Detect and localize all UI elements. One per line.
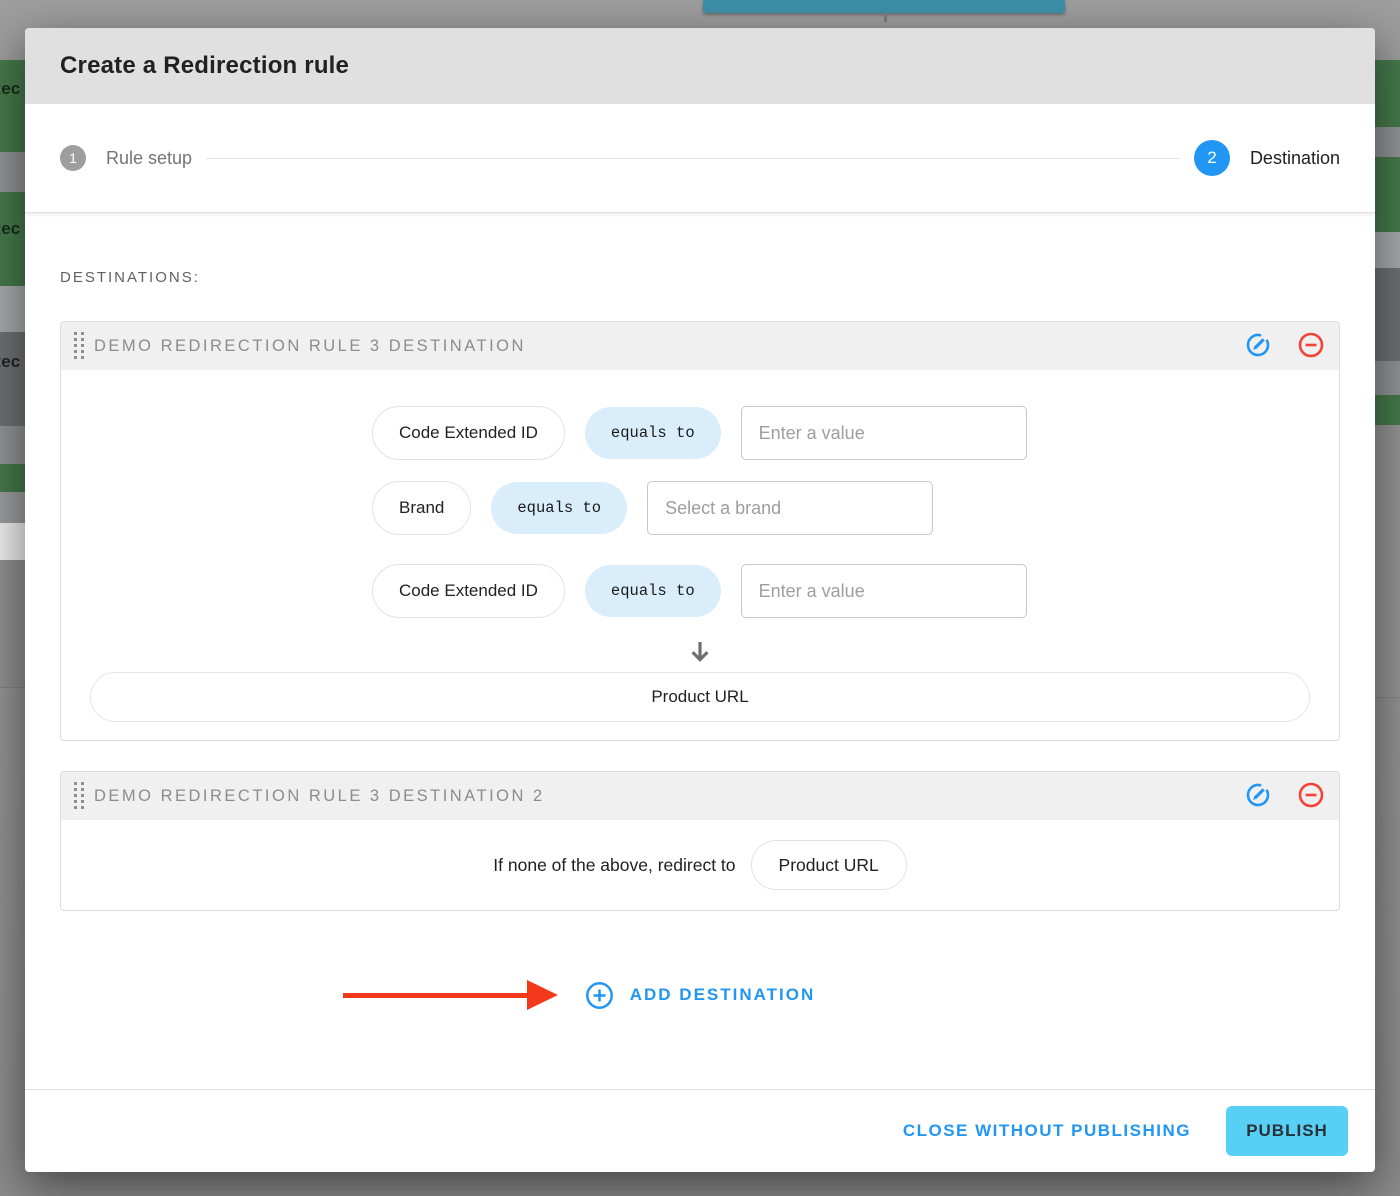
table-row [1374,361,1400,395]
drag-handle-icon[interactable] [74,782,84,810]
destination-card-2-header: DEMO REDIRECTION RULE 3 DESTINATION 2 [61,772,1339,820]
destination-card-1-title: DEMO REDIRECTION RULE 3 DESTINATION [94,337,526,356]
operator-selector[interactable]: equals to [585,565,721,617]
table-row [1374,395,1400,425]
destination-card-1: DEMO REDIRECTION RULE 3 DESTINATION [60,321,1340,741]
destination-card-1-body: Code Extended ID equals to Brand equals … [61,370,1339,740]
plus-circle-icon [585,981,614,1010]
table-row [1374,157,1400,232]
edit-destination-button[interactable] [1245,333,1271,359]
edit-icon [1245,332,1271,361]
add-destination-row: ADD DESTINATION [60,977,1340,1013]
table-row-text: Rec [0,352,20,372]
dialog-header: Create a Redirection rule [25,28,1375,104]
destination-card-1-header: DEMO REDIRECTION RULE 3 DESTINATION [61,322,1339,370]
operator-selector[interactable]: equals to [491,482,627,534]
operator-selector[interactable]: equals to [585,407,721,459]
dialog-footer: CLOSE WITHOUT PUBLISHING PUBLISH [25,1089,1375,1172]
step-destination[interactable]: 2 Destination [1194,140,1340,176]
table-row [1374,232,1400,268]
step-1-circle: 1 [60,145,86,171]
close-without-publishing-button[interactable]: CLOSE WITHOUT PUBLISHING [897,1120,1197,1142]
background-table-right-edge [1374,0,1400,1196]
condition-rules: Code Extended ID equals to Brand equals … [372,406,1028,618]
table-row-text: Rec [0,79,20,99]
card-actions [1245,783,1326,809]
fallback-target-button[interactable]: Product URL [751,840,907,890]
stepper-connector-line [206,158,1180,159]
add-destination-label: ADD DESTINATION [630,985,816,1005]
dialog-body: DESTINATIONS: DEMO REDIRECTION RULE 3 DE… [25,213,1375,1089]
add-destination-button[interactable]: ADD DESTINATION [585,981,816,1010]
step-1-label: Rule setup [106,148,192,169]
annotation-arrow-head [527,980,558,1010]
create-redirection-rule-dialog: Create a Redirection rule 1 Rule setup 2… [25,28,1375,1172]
remove-destination-button[interactable] [1298,783,1324,809]
publish-button[interactable]: PUBLISH [1226,1106,1348,1156]
step-2-circle: 2 [1194,140,1230,176]
table-row [0,464,25,492]
step-rule-setup[interactable]: 1 Rule setup [60,145,192,171]
field-selector[interactable]: Code Extended ID [372,406,565,460]
table-row [1374,268,1400,361]
brand-select-input[interactable] [647,481,933,535]
table-row [0,286,25,332]
background-teal-button [703,0,1065,13]
fallback-description: If none of the above, redirect to [493,855,735,876]
condition-row: Code Extended ID equals to [372,564,1027,618]
table-row [0,60,25,152]
edit-destination-button[interactable] [1245,783,1271,809]
background-table-left-edge: Rec Rec Rec [0,0,25,1196]
card-actions [1245,333,1326,359]
table-row [0,152,25,192]
table-row [0,426,25,464]
remove-circle-icon [1298,332,1324,361]
table-row [0,560,25,688]
table-row-text: Rec [0,219,20,239]
stepper: 1 Rule setup 2 Destination [25,104,1375,213]
edit-icon [1245,782,1271,811]
annotation-arrow [343,980,558,1010]
table-row [1374,425,1400,698]
dialog-title: Create a Redirection rule [60,52,349,80]
annotation-arrow-line [343,993,527,998]
step-2-label: Destination [1250,148,1340,169]
destination-target-button[interactable]: Product URL [90,672,1310,722]
destinations-section-label: DESTINATIONS: [60,269,1340,286]
table-row [0,523,25,560]
condition-row: Code Extended ID equals to [372,406,1027,460]
remove-circle-icon [1298,782,1324,811]
value-input[interactable] [741,564,1027,618]
value-input[interactable] [741,406,1027,460]
table-row [1374,127,1400,157]
remove-destination-button[interactable] [1298,333,1324,359]
table-row [0,492,25,523]
destination-card-2-title: DEMO REDIRECTION RULE 3 DESTINATION 2 [94,787,545,806]
field-selector[interactable]: Brand [372,481,471,535]
destination-card-2: DEMO REDIRECTION RULE 3 DESTINATION 2 [60,771,1340,911]
drag-handle-icon[interactable] [74,332,84,360]
background-divider-tick [884,13,887,22]
field-selector[interactable]: Code Extended ID [372,564,565,618]
condition-row: Brand equals to [372,481,933,535]
table-row [1374,60,1400,127]
table-row [0,332,25,426]
arrow-down-icon [61,638,1339,666]
destination-card-2-body: If none of the above, redirect to Produc… [61,820,1339,910]
table-row [0,192,25,286]
